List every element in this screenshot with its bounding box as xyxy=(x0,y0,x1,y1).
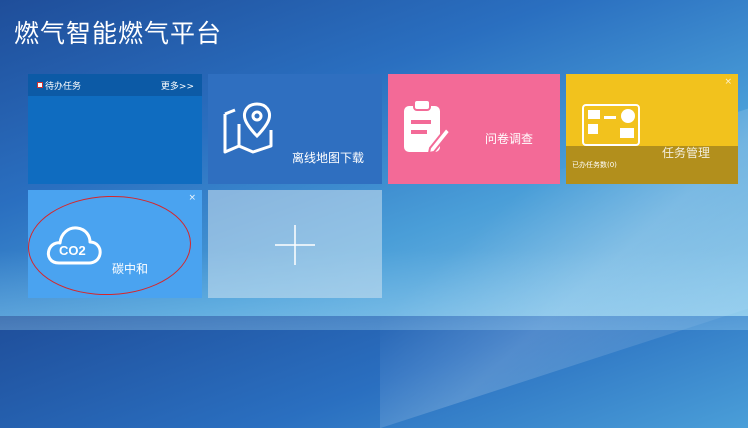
task-board-icon xyxy=(582,104,640,146)
map-tile-label: 离线地图下载 xyxy=(292,151,365,165)
carbon-close-icon[interactable]: × xyxy=(188,193,196,203)
todo-label: 待办任务 xyxy=(45,82,82,92)
todo-header: 待办任务 更多>> xyxy=(28,74,202,96)
tile-offline-map[interactable]: 离线地图下载 xyxy=(208,74,382,184)
task-close-icon[interactable]: × xyxy=(724,77,732,87)
tile-add-app[interactable] xyxy=(208,190,382,298)
tile-todo-tasks[interactable]: 待办任务 更多>> xyxy=(28,74,202,184)
survey-tile-label: 问卷调查 xyxy=(485,132,534,146)
plus-icon-vertical xyxy=(294,225,296,265)
task-tile-label: 任务管理 xyxy=(662,146,711,160)
task-done-count: 已办任务数(0) xyxy=(572,161,617,169)
todo-marker-icon xyxy=(37,82,43,88)
tile-survey[interactable]: 问卷调查 xyxy=(388,74,560,184)
clipboard-edit-icon xyxy=(404,99,452,155)
tile-task-management[interactable]: 已办任务数(0) 任务管理 × xyxy=(566,74,738,184)
todo-more-link[interactable]: 更多>> xyxy=(161,79,194,92)
page-title: 燃气智能燃气平台 xyxy=(14,19,223,48)
map-pin-icon xyxy=(223,102,273,154)
